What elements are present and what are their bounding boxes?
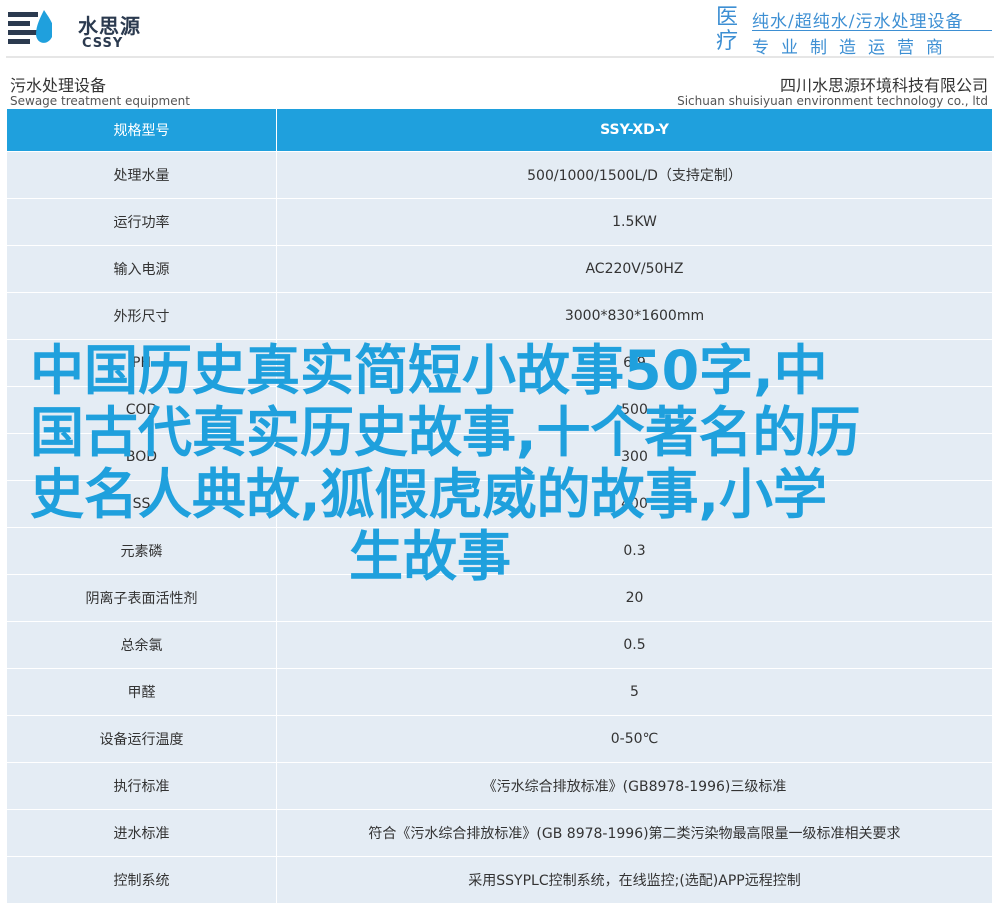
overlay-headline[interactable]: 中国历史真实简短小故事50字,中 国古代真实历史故事,十个著名的历 史名人典故,… xyxy=(30,340,950,588)
header-value-cell: SSY-XD-Y xyxy=(276,108,993,152)
table-row: 总余氯 0.5 xyxy=(6,621,993,669)
spec-key: 控制系统 xyxy=(6,856,277,904)
overlay-line-1: 中国历史真实简短小故事50字,中 xyxy=(30,339,828,402)
spec-value: 5 xyxy=(276,668,993,716)
product-title-cn: 污水处理设备 xyxy=(10,76,107,95)
spec-key: 进水标准 xyxy=(6,809,277,857)
brand-name-cn: 水思源 xyxy=(78,14,141,38)
header-divider xyxy=(6,56,994,58)
table-row: 运行功率 1.5KW xyxy=(6,198,993,246)
page-header: 水思源 CSSY 医疗 纯水/超纯水/污水处理设备 专业制造运营商 xyxy=(0,0,1000,60)
spec-key: 处理水量 xyxy=(6,151,277,199)
table-row: 控制系统 采用SSYPLC控制系统，在线监控;(选配)APP远程控制 xyxy=(6,856,993,904)
water-drop-logo-icon xyxy=(8,10,52,44)
spec-key: 输入电源 xyxy=(6,245,277,293)
product-title-en: Sewage treatment equipment xyxy=(10,94,190,108)
slogan-products: 纯水/超纯水/污水处理设备 xyxy=(752,12,964,32)
spec-key: 总余氯 xyxy=(6,621,277,669)
brand-logo[interactable]: 水思源 CSSY xyxy=(6,6,156,52)
spec-key: 设备运行温度 xyxy=(6,715,277,763)
table-row: 甲醛 5 xyxy=(6,668,993,716)
spec-value: AC220V/50HZ xyxy=(276,245,993,293)
overlay-line-2: 国古代真实历史故事,十个著名的历 xyxy=(30,401,861,464)
table-row: 执行标准 《污水综合排放标准》(GB8978-1996)三级标准 xyxy=(6,762,993,810)
table-row: 设备运行温度 0-50℃ xyxy=(6,715,993,763)
spec-key: 执行标准 xyxy=(6,762,277,810)
table-row: 外形尺寸 3000*830*1600mm xyxy=(6,292,993,340)
spec-value: 0.5 xyxy=(276,621,993,669)
table-row: 处理水量 500/1000/1500L/D（支持定制） xyxy=(6,151,993,199)
spec-key: 外形尺寸 xyxy=(6,292,277,340)
header-slogan: 医疗 纯水/超纯水/污水处理设备 专业制造运营商 xyxy=(716,5,994,58)
spec-value: 符合《污水综合排放标准》(GB 8978-1996)第二类污染物最高限量一级标准… xyxy=(276,809,993,857)
spec-key: 甲醛 xyxy=(6,668,277,716)
company-name-en: Sichuan shuisiyuan environment technolog… xyxy=(677,94,988,108)
slogan-divider xyxy=(752,30,992,31)
brand-name-en: CSSY xyxy=(82,36,124,51)
table-row: 输入电源 AC220V/50HZ xyxy=(6,245,993,293)
slogan-operator: 专业制造运营商 xyxy=(752,38,955,58)
spec-value: 《污水综合排放标准》(GB8978-1996)三级标准 xyxy=(276,762,993,810)
header-key-cell: 规格型号 xyxy=(6,108,277,152)
spec-key: 运行功率 xyxy=(6,198,277,246)
spec-value: 3000*830*1600mm xyxy=(276,292,993,340)
spec-value: 采用SSYPLC控制系统，在线监控;(选配)APP远程控制 xyxy=(276,856,993,904)
overlay-line-3: 史名人典故,狐假虎威的故事,小学 xyxy=(30,463,828,526)
spec-value: 500/1000/1500L/D（支持定制） xyxy=(276,151,993,199)
spec-table-header: 规格型号 SSY-XD-Y xyxy=(6,108,993,152)
company-name-cn: 四川水思源环境科技有限公司 xyxy=(779,76,988,95)
table-row: 进水标准 符合《污水综合排放标准》(GB 8978-1996)第二类污染物最高限… xyxy=(6,809,993,857)
slogan-medical: 医疗 xyxy=(716,5,739,54)
spec-value: 1.5KW xyxy=(276,198,993,246)
overlay-line-4: 生故事 xyxy=(349,525,511,588)
product-subheader: 污水处理设备 Sewage treatment equipment 四川水思源环… xyxy=(6,70,992,110)
spec-value: 0-50℃ xyxy=(276,715,993,763)
